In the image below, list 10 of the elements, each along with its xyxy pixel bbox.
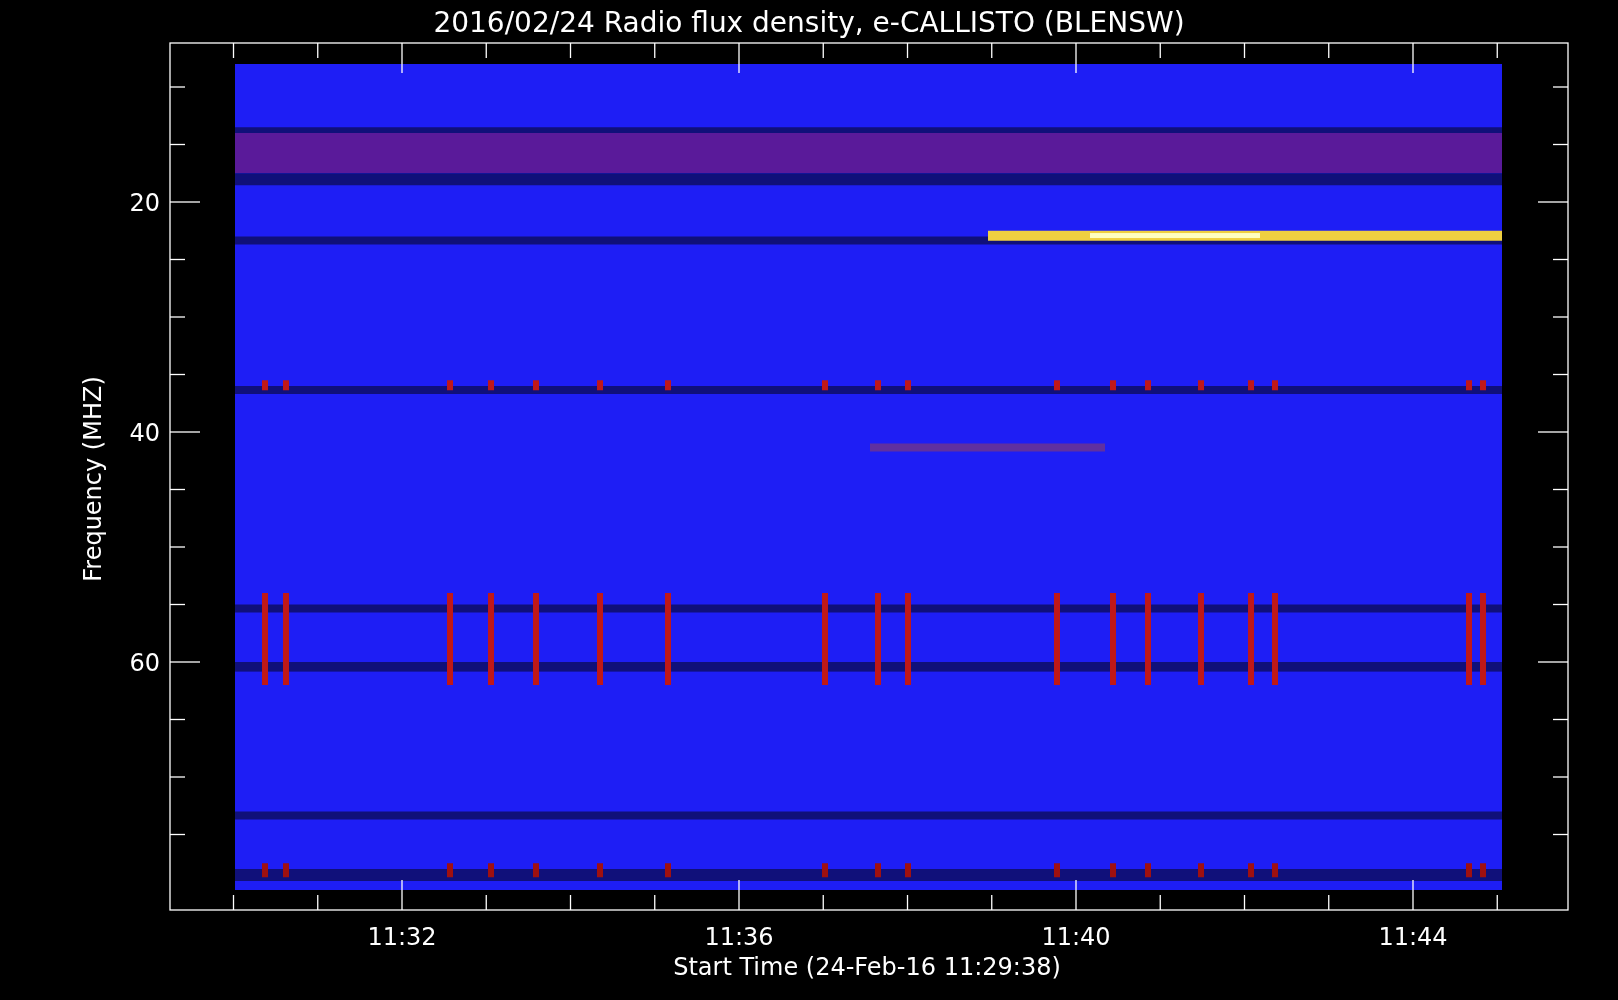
y-tick-label: 40 bbox=[129, 419, 160, 447]
x-tick-label: 11:40 bbox=[1041, 923, 1111, 951]
x-tick-label: 11:44 bbox=[1378, 923, 1448, 951]
x-axis-label: Start Time (24-Feb-16 11:29:38) bbox=[673, 953, 1061, 981]
x-tick-label: 11:32 bbox=[367, 923, 437, 951]
y-axis-label: Frequency (MHZ) bbox=[79, 376, 107, 582]
y-tick-label: 60 bbox=[129, 649, 160, 677]
x-tick-label: 11:36 bbox=[704, 923, 774, 951]
chart-title: 2016/02/24 Radio flux density, e-CALLISTO (BLENSW) bbox=[433, 6, 1185, 39]
y-tick-label: 20 bbox=[129, 189, 160, 217]
